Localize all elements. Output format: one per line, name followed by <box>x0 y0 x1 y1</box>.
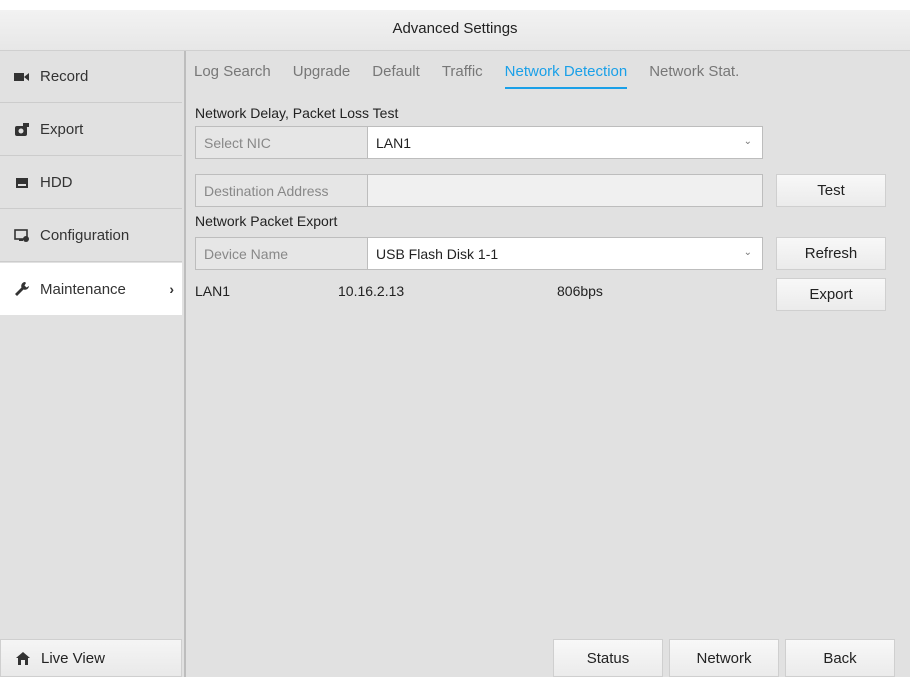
advanced-settings-window: Advanced Settings Record Export HDD Conf… <box>0 10 910 677</box>
export-icon <box>12 122 32 138</box>
tab-network-stat[interactable]: Network Stat. <box>649 63 739 87</box>
tab-traffic[interactable]: Traffic <box>442 63 483 87</box>
stat-ip: 10.16.2.13 <box>338 283 405 299</box>
sidebar-item-label: Configuration <box>40 227 130 244</box>
stat-nic: LAN1 <box>195 283 231 299</box>
device-name-dropdown[interactable]: USB Flash Disk 1-1 ⌄ <box>368 238 762 269</box>
live-view-button[interactable]: Live View <box>0 639 182 677</box>
sidebar-item-label: HDD <box>40 174 73 191</box>
tab-bar: Log Search Upgrade Default Traffic Netwo… <box>194 63 761 89</box>
destination-address-row: Destination Address <box>195 174 763 207</box>
sidebar-item-hdd[interactable]: HDD <box>0 157 182 209</box>
packet-stat-row: LAN1 10.16.2.13 806bps <box>195 283 755 303</box>
delay-test-title: Network Delay, Packet Loss Test <box>195 105 399 121</box>
back-button[interactable]: Back <box>785 639 895 677</box>
status-button[interactable]: Status <box>553 639 663 677</box>
select-nic-dropdown[interactable]: LAN1 ⌄ <box>368 127 762 158</box>
device-name-row: Device Name USB Flash Disk 1-1 ⌄ <box>195 237 763 270</box>
stat-rate: 806bps <box>557 283 603 299</box>
window-title: Advanced Settings <box>0 10 910 51</box>
device-name-value: USB Flash Disk 1-1 <box>376 245 499 262</box>
wrench-icon <box>12 281 32 297</box>
destination-address-input[interactable] <box>368 175 762 206</box>
sidebar-item-record[interactable]: Record <box>0 51 182 103</box>
sidebar-item-maintenance[interactable]: Maintenance › <box>0 263 182 315</box>
chevron-down-icon: ⌄ <box>743 136 752 147</box>
destination-address-label: Destination Address <box>196 175 368 206</box>
camera-icon <box>12 69 32 85</box>
network-button[interactable]: Network <box>669 639 779 677</box>
main-content: Log Search Upgrade Default Traffic Netwo… <box>186 51 910 677</box>
configuration-icon <box>12 228 32 244</box>
refresh-button[interactable]: Refresh <box>776 237 886 270</box>
device-name-label: Device Name <box>196 238 368 269</box>
chevron-down-icon: ⌄ <box>743 247 752 258</box>
live-view-label: Live View <box>41 649 105 667</box>
select-nic-row: Select NIC LAN1 ⌄ <box>195 126 763 159</box>
home-icon <box>13 650 33 666</box>
sidebar-item-label: Export <box>40 121 84 138</box>
sidebar-item-configuration[interactable]: Configuration <box>0 210 182 262</box>
packet-export-title: Network Packet Export <box>195 213 338 229</box>
sidebar-item-label: Maintenance <box>40 280 126 298</box>
test-button[interactable]: Test <box>776 174 886 207</box>
hdd-icon <box>12 175 32 191</box>
tab-log-search[interactable]: Log Search <box>194 63 271 87</box>
select-nic-value: LAN1 <box>376 134 412 151</box>
sidebar-item-label: Record <box>40 68 89 85</box>
select-nic-label: Select NIC <box>196 127 368 158</box>
sidebar-item-export[interactable]: Export <box>0 104 182 156</box>
tab-upgrade[interactable]: Upgrade <box>293 63 351 87</box>
export-button[interactable]: Export <box>776 278 886 311</box>
tab-default[interactable]: Default <box>372 63 420 87</box>
tab-network-detection[interactable]: Network Detection <box>504 63 628 89</box>
sidebar: Record Export HDD Configuration Maintena… <box>0 51 184 677</box>
chevron-right-icon: › <box>169 281 174 297</box>
